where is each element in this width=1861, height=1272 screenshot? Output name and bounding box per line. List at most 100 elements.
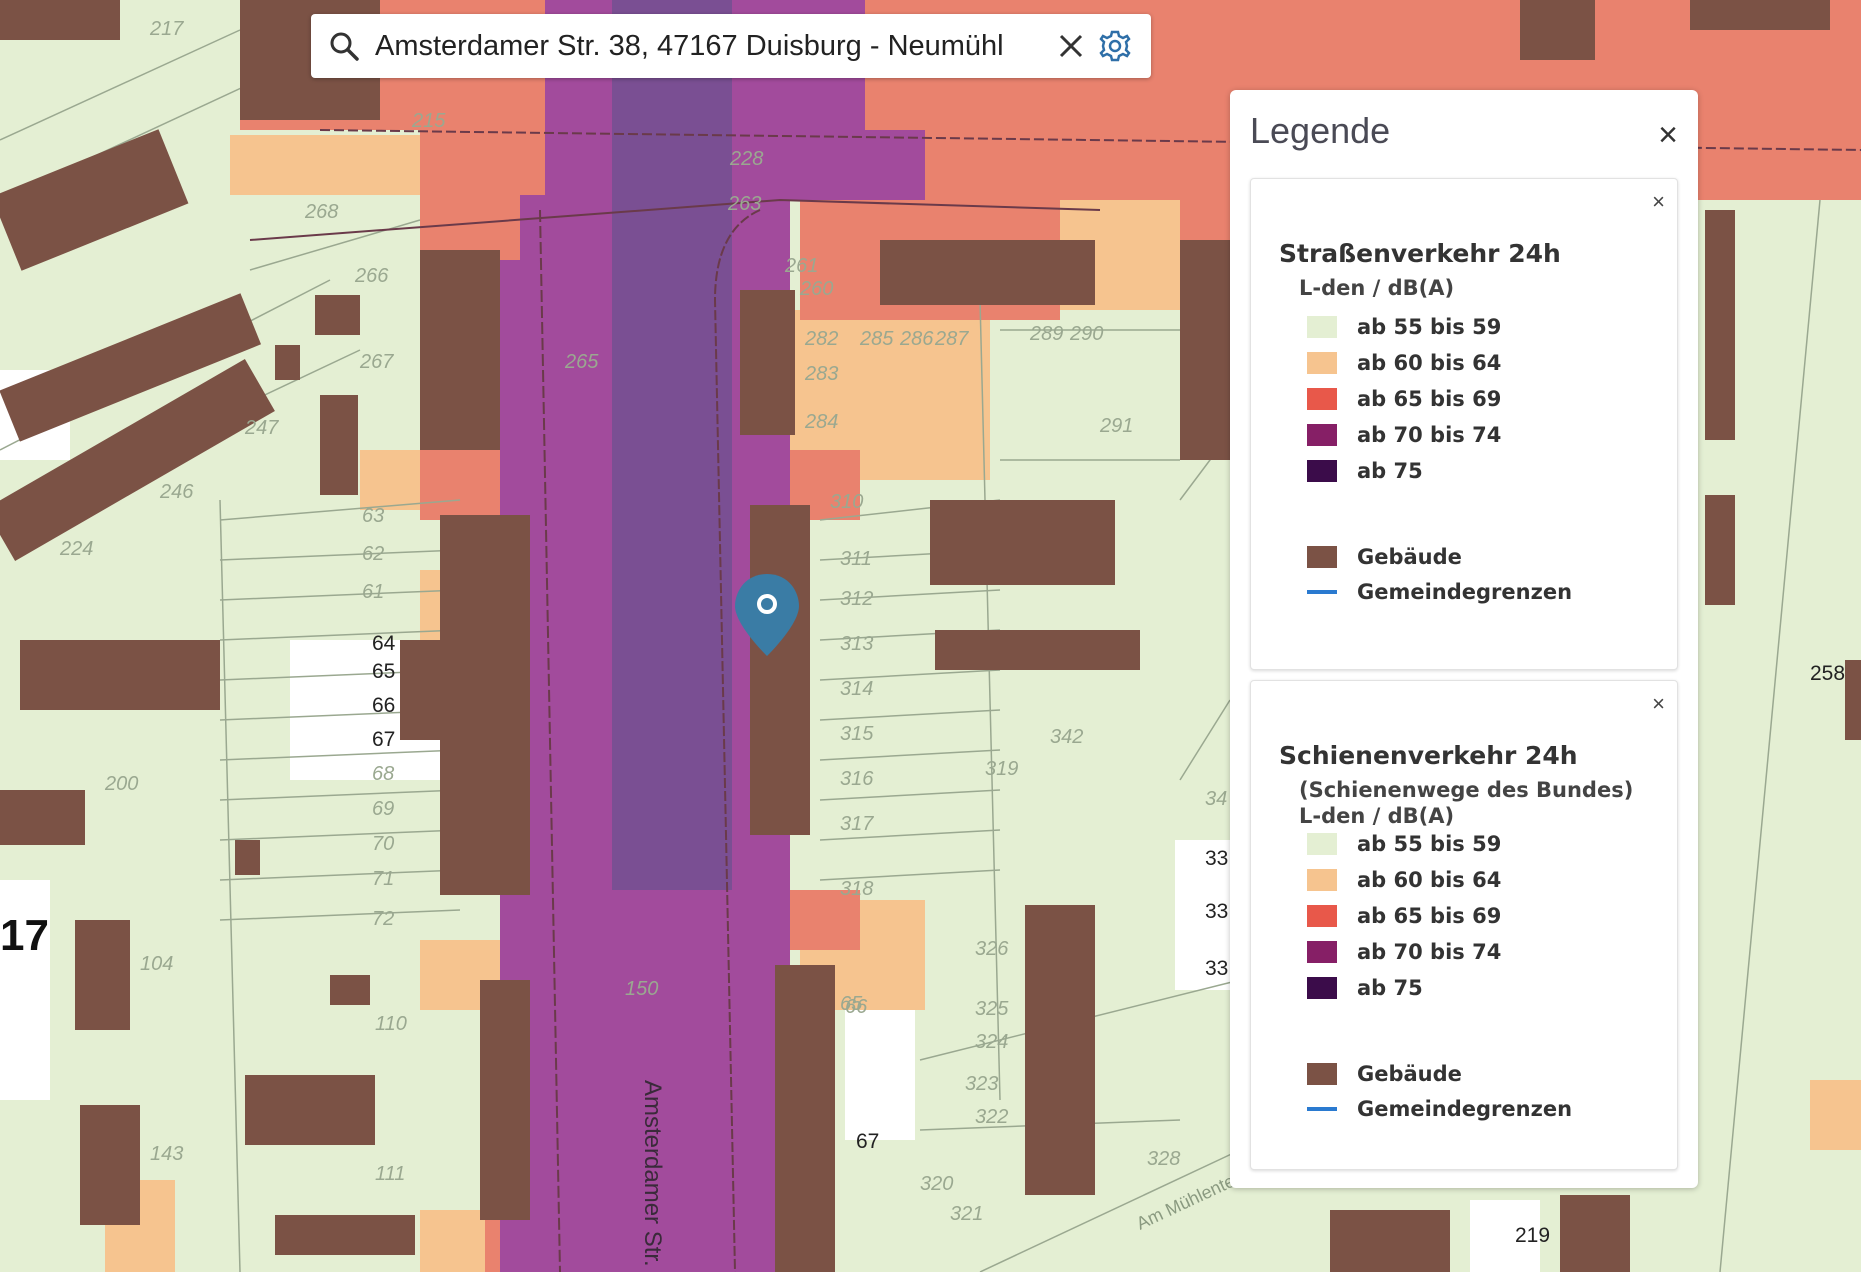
legend-item: ab 60 bis 64 [1307, 350, 1501, 376]
legend-swatch [1307, 977, 1337, 999]
parcel-number: 68 [372, 763, 394, 785]
parcel-number: 63 [362, 505, 384, 527]
legend-item: ab 65 bis 69 [1307, 386, 1501, 412]
parcel-number: 286 [899, 328, 934, 350]
parcel-number: 67 [372, 728, 395, 751]
legend-item-label: ab 70 bis 74 [1357, 423, 1502, 447]
parcel-number: 67 [856, 1130, 879, 1153]
legend-item-label: ab 55 bis 59 [1357, 315, 1502, 339]
legend-item: ab 55 bis 59 [1307, 314, 1501, 340]
legend-item-buildings: Gebäude [1307, 1061, 1462, 1087]
legend-close-button[interactable]: × [1658, 118, 1678, 152]
legend-section-rail: × Schienenverkehr 24h (Schienenwege des … [1250, 680, 1678, 1170]
gear-icon[interactable] [1093, 24, 1137, 68]
parcel-number: 69 [372, 798, 394, 820]
legend-line-swatch [1307, 1107, 1337, 1111]
parcel-number: 72 [372, 908, 394, 930]
parcel-number: 314 [840, 678, 873, 700]
parcel-number: 319 [985, 758, 1018, 780]
parcel-number: 66 [845, 996, 868, 1018]
section-subtitle: L-den / dB(A) [1299, 804, 1455, 828]
parcel-number: 268 [304, 201, 338, 223]
parcel-number: 324 [975, 1031, 1008, 1053]
parcel-number: 104 [140, 953, 173, 975]
legend-swatch [1307, 352, 1337, 374]
legend-item-label: Gemeindegrenzen [1357, 1097, 1573, 1121]
legend-item: ab 65 bis 69 [1307, 903, 1501, 929]
parcel-number: 283 [804, 363, 838, 385]
parcel-number: 224 [59, 538, 93, 560]
parcel-number: 228 [729, 148, 763, 170]
legend-swatch [1307, 316, 1337, 338]
parcel-number: 313 [840, 633, 873, 655]
parcel-number: 326 [975, 938, 1009, 960]
parcel-number: 318 [840, 878, 873, 900]
street-label: Amsterdamer Str. [639, 1080, 666, 1267]
legend-swatch [1307, 424, 1337, 446]
legend-item-label: ab 65 bis 69 [1357, 387, 1502, 411]
parcel-number: 323 [965, 1073, 998, 1095]
clear-icon[interactable] [1049, 24, 1093, 68]
search-icon[interactable] [325, 27, 363, 65]
parcel-number: 328 [1147, 1148, 1180, 1170]
parcel-number: 290 [1069, 323, 1103, 345]
parcel-number: 322 [975, 1106, 1008, 1128]
parcel-number: 311 [840, 548, 872, 570]
parcel-number: 291 [1099, 415, 1133, 437]
parcel-number: 316 [840, 768, 874, 790]
parcel-number: 263 [727, 193, 761, 215]
legend-panel: Legende × × Straßenverkehr 24h L-den / d… [1230, 90, 1698, 1188]
section-title: Schienenverkehr 24h [1279, 741, 1578, 770]
parcel-number: 34 [1205, 788, 1227, 810]
search-input[interactable] [373, 28, 1049, 64]
parcel-number: 215 [411, 110, 446, 132]
legend-item: ab 70 bis 74 [1307, 939, 1501, 965]
parcel-number: 325 [975, 998, 1009, 1020]
legend-swatch [1307, 546, 1337, 568]
sheet-label: 17 [0, 911, 49, 960]
parcel-number: 33 [1205, 900, 1228, 923]
legend-swatch [1307, 905, 1337, 927]
parcel-number: 246 [159, 481, 194, 503]
parcel-number: 342 [1050, 726, 1083, 748]
parcel-number: 247 [244, 417, 279, 439]
legend-line-swatch [1307, 590, 1337, 594]
legend-item-boundaries: Gemeindegrenzen [1307, 1096, 1572, 1122]
parcel-number: 70 [372, 833, 394, 855]
legend-item: ab 60 bis 64 [1307, 867, 1501, 893]
legend-swatch [1307, 460, 1337, 482]
parcel-number: 266 [354, 265, 389, 287]
section-title: Straßenverkehr 24h [1279, 239, 1561, 268]
legend-swatch [1307, 869, 1337, 891]
section-close-button[interactable]: × [1652, 693, 1665, 715]
parcel-number: 200 [104, 773, 138, 795]
parcel-number: 260 [799, 278, 833, 300]
parcel-number: 258 [1810, 662, 1845, 685]
parcel-number: 315 [840, 723, 874, 745]
legend-item-label: ab 75 [1357, 976, 1423, 1000]
legend-item-label: Gebäude [1357, 1062, 1462, 1086]
legend-title: Legende [1250, 110, 1391, 151]
legend-item-label: ab 55 bis 59 [1357, 832, 1502, 856]
legend-item-label: ab 75 [1357, 459, 1423, 483]
parcel-number: 150 [625, 978, 658, 1000]
parcel-number: 312 [840, 588, 873, 610]
parcel-number: 61 [362, 581, 384, 603]
parcel-number: 285 [859, 328, 894, 350]
legend-item: ab 75 [1307, 458, 1423, 484]
legend-item: ab 75 [1307, 975, 1423, 1001]
legend-item-label: ab 60 bis 64 [1357, 351, 1502, 375]
parcel-number: 111 [375, 1163, 405, 1185]
legend-item-label: ab 70 bis 74 [1357, 940, 1502, 964]
legend-section-road: × Straßenverkehr 24h L-den / dB(A) ab 55… [1250, 178, 1678, 670]
parcel-number: 261 [784, 255, 818, 277]
parcel-number: 284 [804, 411, 838, 433]
section-close-button[interactable]: × [1652, 191, 1665, 213]
parcel-number: 321 [950, 1203, 983, 1225]
legend-item-boundaries: Gemeindegrenzen [1307, 579, 1572, 605]
parcel-number: 265 [564, 351, 599, 373]
parcel-number: 217 [149, 18, 184, 40]
parcel-number: 320 [920, 1173, 953, 1195]
parcel-number: 62 [362, 543, 384, 565]
legend-item: ab 70 bis 74 [1307, 422, 1501, 448]
